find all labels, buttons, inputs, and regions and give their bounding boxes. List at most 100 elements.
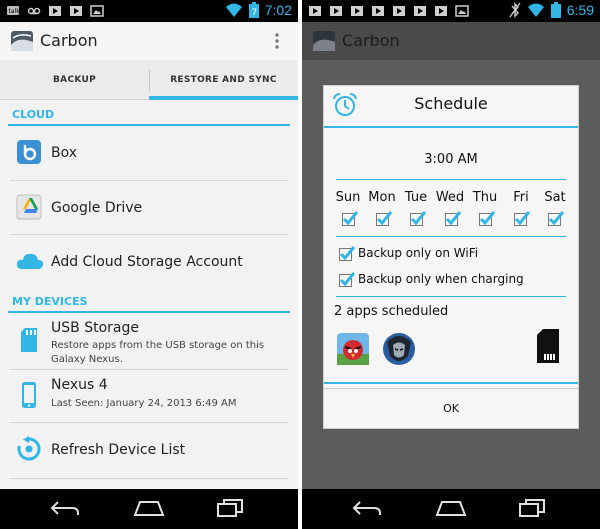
day-label-sun: Sun bbox=[335, 190, 361, 205]
day-checkbox-sun[interactable] bbox=[342, 211, 359, 226]
checkmark-icon bbox=[342, 211, 359, 226]
voicemail-icon bbox=[27, 7, 41, 15]
charging-only-label[interactable]: Backup only when charging bbox=[358, 272, 524, 286]
cloud-icon bbox=[16, 253, 44, 269]
right-phone-screen: 6:59 Carbon Schedule 3:00 AM Sun Mon Tue… bbox=[302, 0, 600, 529]
wifi-only-checkbox[interactable] bbox=[339, 246, 356, 261]
carbon-logo-icon bbox=[313, 31, 335, 51]
wifi-icon bbox=[225, 3, 242, 17]
row-divider bbox=[10, 478, 288, 479]
day-label-fri: Fri bbox=[513, 190, 529, 205]
back-icon[interactable] bbox=[352, 499, 382, 517]
play-store-notification-icon bbox=[435, 6, 447, 16]
dialog-title-divider bbox=[324, 126, 578, 128]
refresh-icon bbox=[17, 436, 41, 461]
play-store-notification-icon bbox=[414, 6, 426, 16]
list-item-title: Nexus 4 bbox=[51, 377, 108, 393]
tab-restore-and-sync[interactable]: RESTORE AND SYNC bbox=[149, 60, 298, 100]
day-label-sat: Sat bbox=[544, 190, 566, 205]
list-item-title: USB Storage bbox=[51, 320, 139, 336]
checkmark-icon bbox=[339, 272, 356, 287]
wifi-only-label[interactable]: Backup only on WiFi bbox=[358, 246, 478, 260]
battery-icon bbox=[550, 2, 561, 18]
checkmark-icon bbox=[410, 211, 427, 226]
clock: 7:02 bbox=[264, 2, 292, 18]
clock: 6:59 bbox=[566, 2, 594, 18]
play-store-notification-icon bbox=[351, 6, 363, 16]
checkmark-icon bbox=[548, 211, 565, 226]
home-icon[interactable] bbox=[435, 499, 467, 517]
overflow-menu-icon[interactable] bbox=[274, 32, 280, 50]
divider bbox=[336, 179, 566, 180]
checkmark-icon bbox=[445, 211, 462, 226]
app-title: Carbon bbox=[40, 31, 98, 50]
restore-list: CLOUD Box Google Drive Add Cloud Storage… bbox=[0, 101, 298, 489]
section-header-my-devices: MY DEVICES bbox=[12, 295, 88, 308]
charging-only-checkbox[interactable] bbox=[339, 272, 356, 287]
play-store-notification-icon bbox=[309, 6, 321, 16]
image-notification-icon bbox=[90, 5, 104, 17]
day-checkbox-tue[interactable] bbox=[410, 211, 427, 226]
day-label-mon: Mon bbox=[368, 190, 396, 205]
divider bbox=[336, 236, 566, 237]
carbon-logo-icon bbox=[11, 31, 33, 51]
day-label-wed: Wed bbox=[435, 190, 465, 205]
schedule-time[interactable]: 3:00 AM bbox=[324, 152, 578, 167]
phone-icon bbox=[22, 382, 36, 408]
schedule-dialog: Schedule 3:00 AM Sun Mon Tue Wed Thu Fri… bbox=[323, 85, 579, 429]
dialog-buttons-divider bbox=[324, 382, 578, 384]
day-checkbox-wed[interactable] bbox=[445, 211, 462, 226]
sd-card-icon bbox=[537, 329, 559, 363]
apps-scheduled-count: 2 apps scheduled bbox=[334, 304, 449, 319]
angry-birds-app-icon[interactable] bbox=[336, 332, 370, 366]
dialog-title: Schedule bbox=[414, 94, 488, 113]
recent-apps-icon[interactable] bbox=[216, 499, 244, 517]
list-item-google-drive[interactable]: Google Drive bbox=[0, 181, 298, 234]
play-store-notification-icon bbox=[70, 6, 82, 16]
day-checkbox-sat[interactable] bbox=[548, 211, 565, 226]
google-drive-icon bbox=[16, 194, 42, 220]
list-item-title: Google Drive bbox=[51, 200, 143, 216]
talk-notification-icon: talk bbox=[7, 6, 20, 15]
left-phone-screen: talk 7 7:02 Carbon BACKUP RESTORE AND SY… bbox=[0, 0, 298, 529]
tab-divider bbox=[149, 70, 150, 92]
home-icon[interactable] bbox=[133, 499, 165, 517]
checkmark-icon bbox=[376, 211, 393, 226]
tab-backup[interactable]: BACKUP bbox=[0, 60, 149, 99]
action-bar: Carbon bbox=[302, 22, 600, 60]
svg-text:7: 7 bbox=[251, 8, 257, 18]
list-item-subtitle: Last Seen: January 24, 2013 6:49 AM bbox=[51, 398, 237, 409]
box-icon bbox=[17, 140, 41, 164]
section-header-cloud: CLOUD bbox=[12, 108, 55, 121]
action-bar: Carbon bbox=[0, 22, 298, 60]
checkmark-icon bbox=[339, 246, 356, 261]
list-item-title: Add Cloud Storage Account bbox=[51, 254, 243, 270]
list-item-usb-storage[interactable]: USB Storage Restore apps from the USB st… bbox=[0, 313, 298, 368]
wifi-icon bbox=[527, 3, 544, 17]
day-checkbox-thu[interactable] bbox=[479, 211, 496, 226]
hero-avatar-app-icon[interactable] bbox=[382, 332, 416, 366]
list-item-nexus-4[interactable]: Nexus 4 Last Seen: January 24, 2013 6:49… bbox=[0, 370, 298, 422]
play-store-notification-icon bbox=[372, 6, 384, 16]
recent-apps-icon[interactable] bbox=[518, 499, 546, 517]
day-label-tue: Tue bbox=[404, 190, 428, 205]
status-bar: talk 7 7:02 bbox=[0, 0, 298, 22]
battery-icon: 7 bbox=[248, 2, 259, 18]
list-item-title: Box bbox=[51, 145, 78, 161]
list-item-box[interactable]: Box bbox=[0, 125, 298, 179]
image-notification-icon bbox=[455, 5, 469, 17]
refresh-device-list[interactable]: Refresh Device List bbox=[0, 423, 298, 477]
play-store-notification-icon bbox=[393, 6, 405, 16]
navigation-bar bbox=[302, 489, 600, 529]
play-store-notification-icon bbox=[49, 6, 61, 16]
day-checkbox-fri[interactable] bbox=[514, 211, 531, 226]
day-checkbox-mon[interactable] bbox=[376, 211, 393, 226]
list-item-subtitle: Restore apps from the USB storage on thi… bbox=[51, 340, 265, 365]
app-title: Carbon bbox=[342, 31, 400, 50]
list-item-add-cloud-storage[interactable]: Add Cloud Storage Account bbox=[0, 235, 298, 289]
day-label-thu: Thu bbox=[472, 190, 498, 205]
back-icon[interactable] bbox=[50, 499, 80, 517]
navigation-bar bbox=[0, 489, 298, 529]
ok-button[interactable]: OK bbox=[324, 388, 578, 428]
checkmark-icon bbox=[479, 211, 496, 226]
